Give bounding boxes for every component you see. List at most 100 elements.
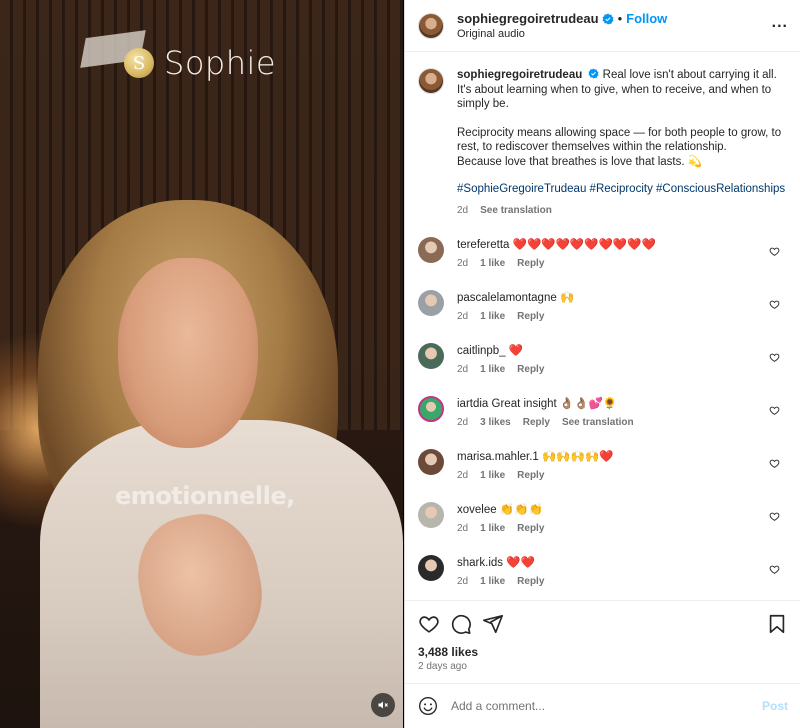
video-subtitle: emotionnelle, [115,482,295,510]
reply-button[interactable]: Reply [517,523,544,534]
comment-likes[interactable]: 1 like [480,470,505,481]
reply-button[interactable]: Reply [517,576,544,587]
comment-username[interactable]: shark.ids [457,557,503,569]
comment-like-heart-icon[interactable] [769,564,780,575]
separator-dot: • [617,11,623,26]
comment-likes[interactable]: 1 like [480,258,505,269]
comment-row: shark.ids ❤️❤️ 2d 1 like Reply [418,555,786,590]
caption-time: 2d [457,204,469,216]
emoji-picker-icon[interactable] [418,696,438,716]
follow-button[interactable]: Follow [626,11,667,26]
comment-line: shark.ids ❤️❤️ [457,555,544,569]
comment-like-heart-icon[interactable] [769,458,780,469]
comment-username[interactable]: xovelee [457,504,497,516]
like-heart-icon[interactable] [418,613,440,635]
comment-meta: 2d 1 like Reply [457,258,656,269]
comment-like-heart-icon[interactable] [769,246,780,257]
reply-button[interactable]: Reply [517,311,544,322]
reply-button[interactable]: Reply [517,470,544,481]
comments-list[interactable]: sophiegregoiretrudeau Real love isn't ab… [405,52,800,599]
comment-text: Great insight 👌🏽👌🏽💕🌻 [491,398,618,410]
reply-button[interactable]: Reply [517,364,544,375]
comment-line: tereferetta ❤️❤️❤️❤️❤️❤️❤️❤️❤️❤️ [457,237,656,251]
likes-count[interactable]: 3,488 likes [418,645,788,659]
comment-body: pascalelamontagne 🙌 2d 1 like Reply [457,290,574,322]
comment-like-heart-icon[interactable] [769,405,780,416]
avatar[interactable] [418,12,444,39]
comment-time: 2d [457,417,469,428]
commenter-avatar[interactable] [418,449,444,475]
comment-username[interactable]: iartdia [457,398,488,410]
commenter-avatar[interactable] [418,396,444,422]
comment-likes[interactable]: 1 like [480,311,505,322]
avatar[interactable] [418,68,444,94]
more-options-button[interactable]: ... [772,14,788,32]
author-username[interactable]: sophiegregoiretrudeau [457,11,599,26]
reply-button[interactable]: Reply [517,258,544,269]
comment-meta: 2d 1 like Reply [457,576,544,587]
comment-container: tereferetta ❤️❤️❤️❤️❤️❤️❤️❤️❤️❤️ 2d 1 like… [418,237,786,590]
comment-username[interactable]: tereferetta [457,239,509,251]
caption-body: sophiegregoiretrudeau Real love isn't ab… [457,68,786,218]
caption-username[interactable]: sophiegregoiretrudeau [457,69,582,81]
comment-likes[interactable]: 1 like [480,364,505,375]
comment-like-heart-icon[interactable] [769,299,780,310]
add-comment-input[interactable] [451,699,762,713]
commenter-avatar[interactable] [418,502,444,528]
comment-meta: 2d 1 like Reply [457,523,544,534]
comment-meta: 2d 1 like Reply [457,470,614,481]
comment-like-heart-icon[interactable] [769,352,780,363]
video-title-text: Sophie [164,44,277,82]
comment-text: ❤️❤️❤️❤️❤️❤️❤️❤️❤️❤️ [512,239,656,251]
caption-hashtags[interactable]: #SophieGregoireTrudeau #Reciprocity #Con… [457,182,786,197]
comment-meta: 2d 1 like Reply [457,364,544,375]
comment-username[interactable]: caitlinpb_ [457,345,506,357]
mute-button[interactable] [371,693,395,717]
post-comment-button[interactable]: Post [762,699,788,713]
comment-row: xovelee 👏👏👏 2d 1 like Reply [418,502,786,537]
comment-row: marisa.mahler.1 🙌🙌🙌🙌❤️ 2d 1 like Reply [418,449,786,484]
commenter-avatar[interactable] [418,237,444,263]
comment-likes[interactable]: 1 like [480,523,505,534]
reel-video[interactable]: S Sophie emotionnelle, [0,0,403,728]
commenter-avatar[interactable] [418,343,444,369]
comment-row: iartdia Great insight 👌🏽👌🏽💕🌻 2d 3 likes Rep… [418,396,786,431]
comment-body: tereferetta ❤️❤️❤️❤️❤️❤️❤️❤️❤️❤️ 2d 1 like… [457,237,656,269]
see-translation-button[interactable]: See translation [480,204,552,219]
original-audio-link[interactable]: Original audio [457,28,667,40]
comment-like-heart-icon[interactable] [769,511,780,522]
post-date: 2 days ago [418,661,467,672]
post-header: sophiegregoiretrudeau • Follow Original … [405,0,800,52]
share-send-icon[interactable] [482,613,504,635]
comment-body: xovelee 👏👏👏 2d 1 like Reply [457,502,544,534]
comment-row: tereferetta ❤️❤️❤️❤️❤️❤️❤️❤️❤️❤️ 2d 1 like… [418,237,786,272]
comment-line: caitlinpb_ ❤️ [457,343,544,357]
comment-meta: 2d 1 like Reply [457,311,574,322]
comment-text: ❤️❤️ [506,557,535,569]
video-title-overlay: S Sophie [124,44,276,82]
speaker-muted-icon [378,701,388,709]
comment-meta: 2d 3 likes Reply See translation [457,417,634,428]
caption-text-2a: Reciprocity means allowing space — for b… [457,126,782,154]
commenter-avatar[interactable] [418,290,444,316]
commenter-avatar[interactable] [418,555,444,581]
see-translation-button[interactable]: See translation [562,417,634,428]
reply-button[interactable]: Reply [523,417,550,428]
comment-body: shark.ids ❤️❤️ 2d 1 like Reply [457,555,544,587]
comment-line: marisa.mahler.1 🙌🙌🙌🙌❤️ [457,449,614,463]
comment-bubble-icon[interactable] [450,613,472,635]
comment-likes[interactable]: 1 like [480,576,505,587]
comment-line: pascalelamontagne 🙌 [457,290,574,304]
bookmark-icon[interactable] [766,613,788,635]
comment-text: 👏👏👏 [499,504,543,516]
comment-username[interactable]: pascalelamontagne [457,292,557,304]
comment-text: 🙌🙌🙌🙌❤️ [542,451,614,463]
comment-likes[interactable]: 3 likes [480,417,511,428]
comment-username[interactable]: marisa.mahler.1 [457,451,539,463]
add-comment-bar: Post [405,683,800,728]
comment-body: marisa.mahler.1 🙌🙌🙌🙌❤️ 2d 1 like Reply [457,449,614,481]
caption-paragraph-2: Reciprocity means allowing space — for b… [457,126,786,170]
comment-body: caitlinpb_ ❤️ 2d 1 like Reply [457,343,544,375]
header-text: sophiegregoiretrudeau • Follow Original … [457,11,667,40]
comment-line: iartdia Great insight 👌🏽👌🏽💕🌻 [457,396,634,410]
